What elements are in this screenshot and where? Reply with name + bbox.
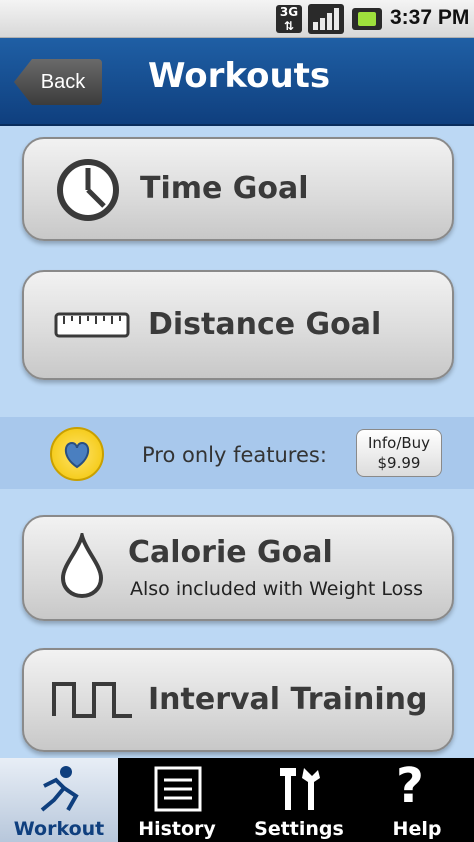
pro-features-band: Pro only features: Info/Buy $9.99 [0,417,474,489]
price-label: $9.99 [377,454,421,472]
calorie-goal-subtitle: Also included with Weight Loss [130,578,424,600]
runner-icon [40,766,79,812]
app-header: Back Workouts [0,38,474,126]
tab-settings[interactable]: Settings [240,758,358,842]
ruler-icon [54,312,130,338]
calorie-goal-label: Calorie Goal [128,535,333,570]
distance-goal-label: Distance Goal [148,307,382,342]
clock-icon [57,159,119,221]
list-icon [154,766,202,812]
tab-workout[interactable]: Workout [0,758,118,842]
status-bar: 3G ⇅ 3:37 PM [0,0,474,38]
distance-goal-button[interactable]: Distance Goal [22,270,454,380]
calorie-goal-button[interactable]: Calorie Goal Also included with Weight L… [22,515,454,621]
tab-help-label: Help [392,818,442,840]
back-button[interactable]: Back [14,59,102,105]
interval-training-button[interactable]: Interval Training [22,648,454,752]
question-icon: ? [396,758,424,814]
info-buy-label: Info/Buy [367,434,431,452]
drop-icon [60,533,104,599]
network-3g-icon: 3G ⇅ [276,5,302,33]
battery-icon [352,8,382,30]
info-buy-button[interactable]: Info/Buy $9.99 [356,429,442,477]
interval-training-label: Interval Training [148,682,428,717]
tab-help[interactable]: ? Help [358,758,474,842]
heart-icon [50,427,104,481]
tab-settings-label: Settings [254,818,344,840]
square-wave-icon [52,682,132,718]
tab-bar: Workout History Settings ? Help [0,758,474,842]
page-title: Workouts [148,56,331,96]
tools-icon [280,768,320,810]
time-goal-button[interactable]: Time Goal [22,137,454,241]
time-goal-label: Time Goal [140,171,309,206]
tab-workout-label: Workout [13,818,105,840]
pro-features-text: Pro only features: [142,443,327,467]
tab-history[interactable]: History [118,758,236,842]
status-time: 3:37 PM [390,6,470,29]
tab-history-label: History [138,818,216,840]
signal-strength-icon [308,4,344,34]
